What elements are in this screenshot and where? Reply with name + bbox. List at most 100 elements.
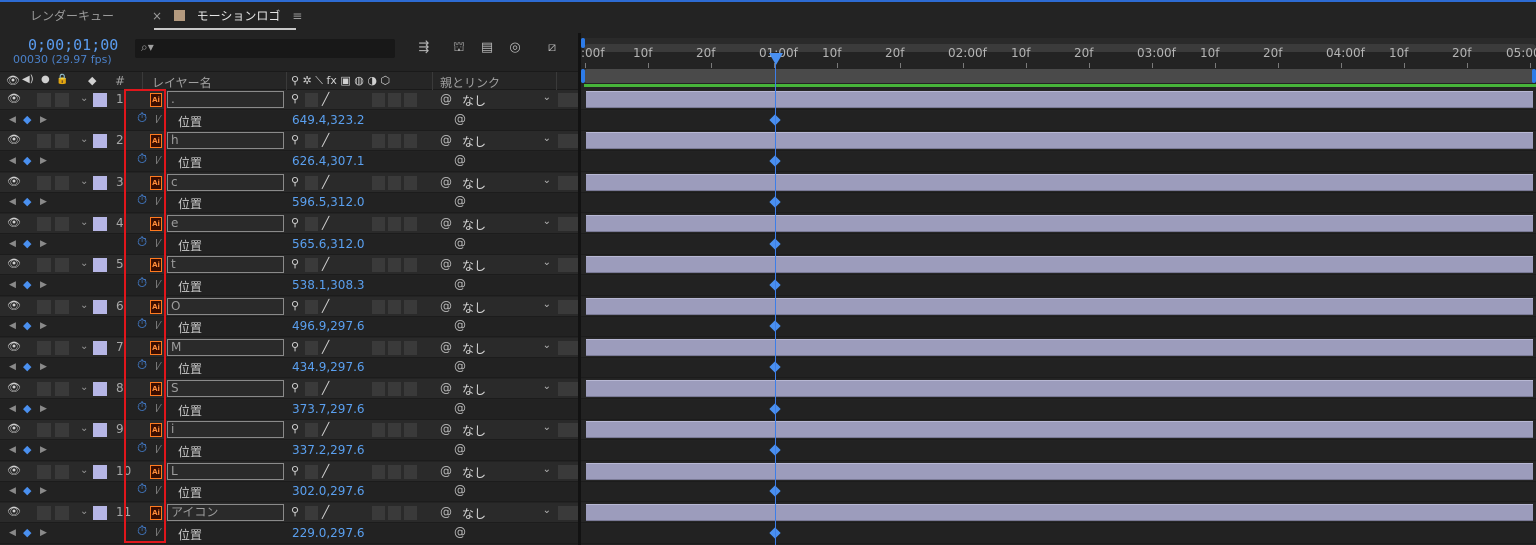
solo-switch[interactable] bbox=[37, 299, 51, 314]
property-row[interactable]: ◀ ◆ ▶ ⏱ ⅼ⁄ 位置 229.0,297.6 @ bbox=[0, 523, 578, 544]
effect-switch[interactable] bbox=[372, 175, 385, 190]
previous-keyframe-icon[interactable]: ◀ bbox=[9, 239, 16, 253]
layer-row[interactable]: 👁 ⌄ 5 Ai t ⚲ ╱ @ なし ⌄ bbox=[0, 255, 578, 276]
layer-extra-switch[interactable] bbox=[558, 382, 578, 397]
adjustment-switch[interactable] bbox=[388, 464, 401, 479]
property-row[interactable]: ◀ ◆ ▶ ⏱ ⅼ⁄ 位置 565.6,312.0 @ bbox=[0, 234, 578, 255]
pick-whip-icon[interactable]: @ bbox=[440, 257, 452, 271]
layer-name-field[interactable]: アイコン bbox=[167, 504, 284, 521]
layer-extra-switch[interactable] bbox=[558, 464, 578, 479]
shy-switch-icon[interactable]: ⚲ bbox=[291, 381, 299, 395]
label-color-swatch[interactable] bbox=[93, 134, 107, 149]
parent-select[interactable]: なし ⌄ bbox=[462, 505, 555, 521]
pick-whip-icon[interactable]: @ bbox=[440, 340, 452, 354]
eye-icon[interactable]: 👁 bbox=[7, 216, 21, 230]
effect-switch[interactable] bbox=[372, 216, 385, 231]
shy-switch-icon[interactable]: ⚲ bbox=[291, 92, 299, 106]
adjustment-switch[interactable] bbox=[388, 258, 401, 273]
layer-duration-bar[interactable] bbox=[586, 91, 1533, 108]
property-value[interactable]: 496.9,297.6 bbox=[292, 319, 365, 333]
layer-row[interactable]: 👁 ⌄ 1 Ai . ⚲ ╱ @ なし ⌄ bbox=[0, 90, 578, 110]
previous-keyframe-icon[interactable]: ◀ bbox=[9, 156, 16, 170]
3d-switch[interactable] bbox=[404, 134, 417, 149]
graph-link-icon[interactable]: ⅼ⁄ bbox=[155, 154, 167, 168]
layer-extra-switch[interactable] bbox=[558, 134, 578, 149]
chevron-down-icon[interactable]: ⌄ bbox=[80, 217, 88, 231]
previous-keyframe-icon[interactable]: ◀ bbox=[9, 362, 16, 376]
shy-switch-icon[interactable]: ⚲ bbox=[291, 340, 299, 354]
solo-switch[interactable] bbox=[37, 216, 51, 231]
shy-switch-icon[interactable]: ⚲ bbox=[291, 175, 299, 189]
eye-icon[interactable]: 👁 bbox=[7, 299, 21, 313]
shy-switch-icon[interactable]: ⚲ bbox=[291, 299, 299, 313]
keyframe-icon[interactable]: ◆ bbox=[23, 237, 31, 251]
effect-switch[interactable] bbox=[372, 423, 385, 438]
layer-name-field[interactable]: . bbox=[167, 91, 284, 108]
solo-switch[interactable] bbox=[37, 93, 51, 107]
previous-keyframe-icon[interactable]: ◀ bbox=[9, 321, 16, 335]
effect-switch[interactable] bbox=[372, 134, 385, 149]
layer-duration-bar[interactable] bbox=[586, 297, 1533, 315]
keyframe-icon[interactable]: ◆ bbox=[23, 113, 31, 127]
3d-switch[interactable] bbox=[404, 423, 417, 438]
layer-row[interactable]: 👁 ⌄ 7 Ai M ⚲ ╱ @ なし ⌄ bbox=[0, 337, 578, 358]
chevron-down-icon[interactable]: ⌄ bbox=[80, 341, 88, 355]
layer-extra-switch[interactable] bbox=[558, 93, 578, 107]
quality-switch-icon[interactable]: ╱ bbox=[322, 505, 329, 519]
adjustment-switch[interactable] bbox=[388, 93, 401, 107]
graph-link-icon[interactable]: ⅼ⁄ bbox=[155, 526, 167, 540]
pick-whip-icon[interactable]: @ bbox=[454, 483, 466, 497]
quality-switch-icon[interactable]: ╱ bbox=[322, 216, 329, 230]
eye-icon[interactable]: 👁 bbox=[7, 92, 21, 106]
collapse-switch[interactable] bbox=[305, 464, 318, 479]
keyframe-icon[interactable]: ◆ bbox=[23, 526, 31, 540]
pick-whip-icon[interactable]: @ bbox=[454, 236, 466, 250]
graph-editor-icon[interactable]: ⧄ bbox=[543, 40, 561, 56]
layer-row[interactable]: 👁 ⌄ 2 Ai h ⚲ ╱ @ なし ⌄ bbox=[0, 131, 578, 152]
layer-name-field[interactable]: e bbox=[167, 214, 284, 232]
label-color-swatch[interactable] bbox=[93, 93, 107, 107]
solo-switch[interactable] bbox=[37, 175, 51, 190]
quality-switch-icon[interactable]: ╱ bbox=[322, 464, 329, 478]
parent-select[interactable]: なし ⌄ bbox=[462, 381, 555, 397]
layer-row[interactable]: 👁 ⌄ 10 Ai L ⚲ ╱ @ なし ⌄ bbox=[0, 461, 578, 482]
label-color-swatch[interactable] bbox=[93, 175, 107, 190]
lock-switch[interactable] bbox=[55, 299, 69, 314]
label-color-swatch[interactable] bbox=[93, 340, 107, 355]
property-value[interactable]: 538.1,308.3 bbox=[292, 278, 365, 292]
frame-blending-icon[interactable]: ▤ bbox=[478, 40, 496, 56]
keyframe-icon[interactable]: ◆ bbox=[23, 484, 31, 498]
collapse-switch[interactable] bbox=[305, 175, 318, 190]
label-color-swatch[interactable] bbox=[93, 506, 107, 520]
quality-switch-icon[interactable]: ╱ bbox=[322, 422, 329, 436]
property-value[interactable]: 434.9,297.6 bbox=[292, 360, 365, 374]
stopwatch-icon[interactable]: ⏱ bbox=[137, 482, 147, 497]
keyframe-icon[interactable]: ◆ bbox=[23, 443, 31, 457]
chevron-down-icon[interactable]: ⌄ bbox=[80, 423, 88, 437]
shy-switch-icon[interactable]: ⚲ bbox=[291, 216, 299, 230]
adjustment-switch[interactable] bbox=[388, 299, 401, 314]
lock-switch[interactable] bbox=[55, 340, 69, 355]
stopwatch-icon[interactable]: ⏱ bbox=[137, 358, 147, 373]
3d-switch[interactable] bbox=[404, 216, 417, 231]
quality-switch-icon[interactable]: ╱ bbox=[322, 381, 329, 395]
property-value[interactable]: 229.0,297.6 bbox=[292, 526, 365, 540]
pick-whip-icon[interactable]: @ bbox=[440, 216, 452, 230]
shy-switch-icon[interactable]: ⚲ bbox=[291, 422, 299, 436]
previous-keyframe-icon[interactable]: ◀ bbox=[9, 280, 16, 294]
quality-switch-icon[interactable]: ╱ bbox=[322, 340, 329, 354]
pick-whip-icon[interactable]: @ bbox=[440, 133, 452, 147]
quality-switch-icon[interactable]: ╱ bbox=[322, 133, 329, 147]
motion-blur-icon[interactable]: ◎ bbox=[506, 40, 524, 56]
stopwatch-icon[interactable]: ⏱ bbox=[137, 276, 147, 291]
tab-render-queue[interactable]: レンダーキュー bbox=[30, 2, 114, 32]
property-row[interactable]: ◀ ◆ ▶ ⏱ ⅼ⁄ 位置 337.2,297.6 @ bbox=[0, 441, 578, 461]
keyframe-icon[interactable]: ◆ bbox=[23, 360, 31, 374]
previous-keyframe-icon[interactable]: ◀ bbox=[9, 445, 16, 459]
graph-link-icon[interactable]: ⅼ⁄ bbox=[155, 113, 167, 127]
parent-link-header[interactable]: 親とリンク bbox=[440, 74, 500, 91]
next-keyframe-icon[interactable]: ▶ bbox=[40, 445, 47, 459]
pick-whip-icon[interactable]: @ bbox=[440, 299, 452, 313]
stopwatch-icon[interactable]: ⏱ bbox=[137, 111, 147, 126]
keyframe-icon[interactable]: ◆ bbox=[23, 402, 31, 416]
